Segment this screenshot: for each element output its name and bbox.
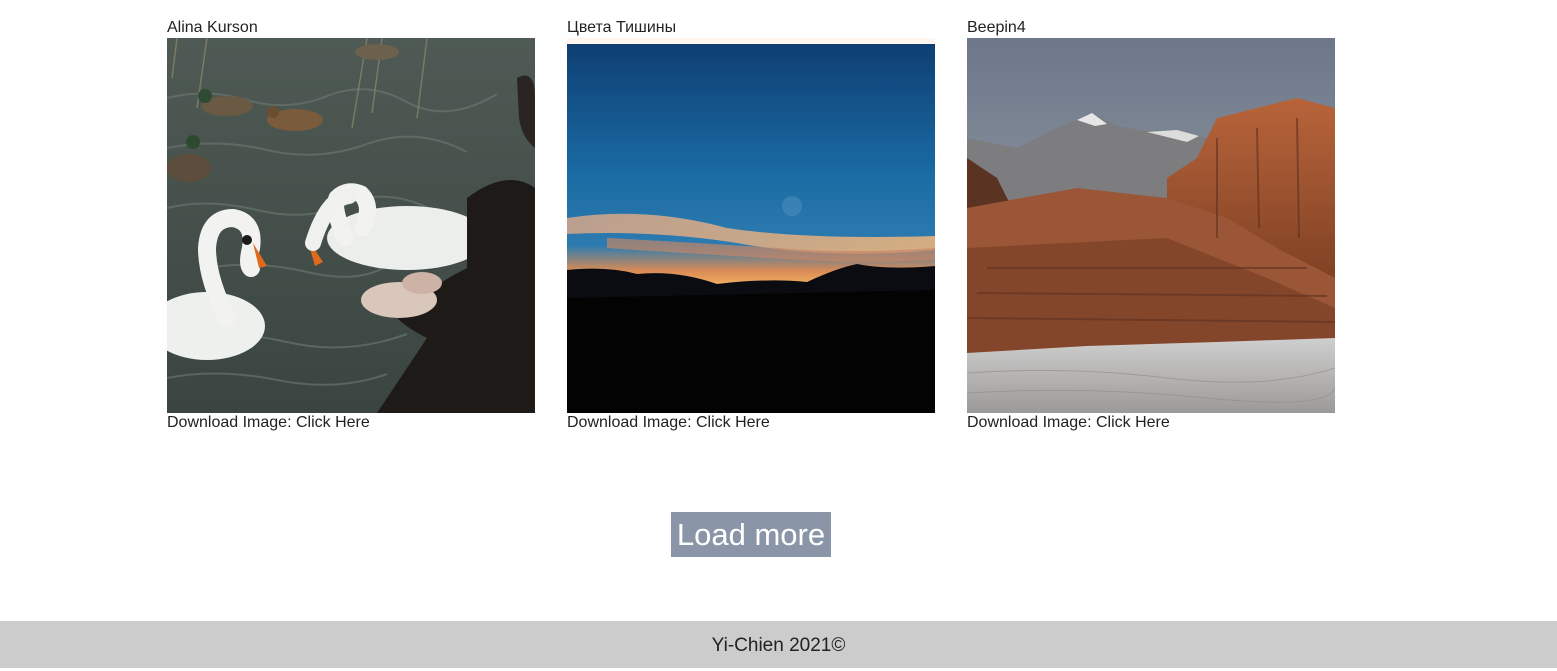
download-image-link[interactable]: Download Image: Click Here (167, 413, 535, 433)
download-image-link[interactable]: Download Image: Click Here (967, 413, 1335, 433)
photo-author: Beepin4 (967, 19, 1026, 36)
gallery-image-swans[interactable] (167, 38, 535, 413)
load-more-button[interactable]: Load more (671, 512, 831, 557)
gallery-card: Beepin4 Download Image: Click Here (967, 18, 1335, 433)
download-image-link[interactable]: Download Image: Click Here (567, 413, 935, 433)
photo-author: Alina Kurson (167, 19, 258, 36)
gallery-card: Alina Kurson Download Image: Click Here (167, 18, 535, 433)
footer: Yi-Chien 2021© (0, 621, 1557, 668)
image-gallery: Alina Kurson Download Image: Click Here … (167, 18, 1335, 433)
gallery-image-mountains[interactable] (967, 38, 1335, 413)
footer-copyright: Yi-Chien 2021© (711, 635, 846, 656)
photo-author: Цвета Тишины (567, 19, 677, 36)
gallery-card: Цвета Тишины Download Image: Click Here (567, 18, 935, 433)
gallery-image-sunset[interactable] (567, 38, 935, 413)
